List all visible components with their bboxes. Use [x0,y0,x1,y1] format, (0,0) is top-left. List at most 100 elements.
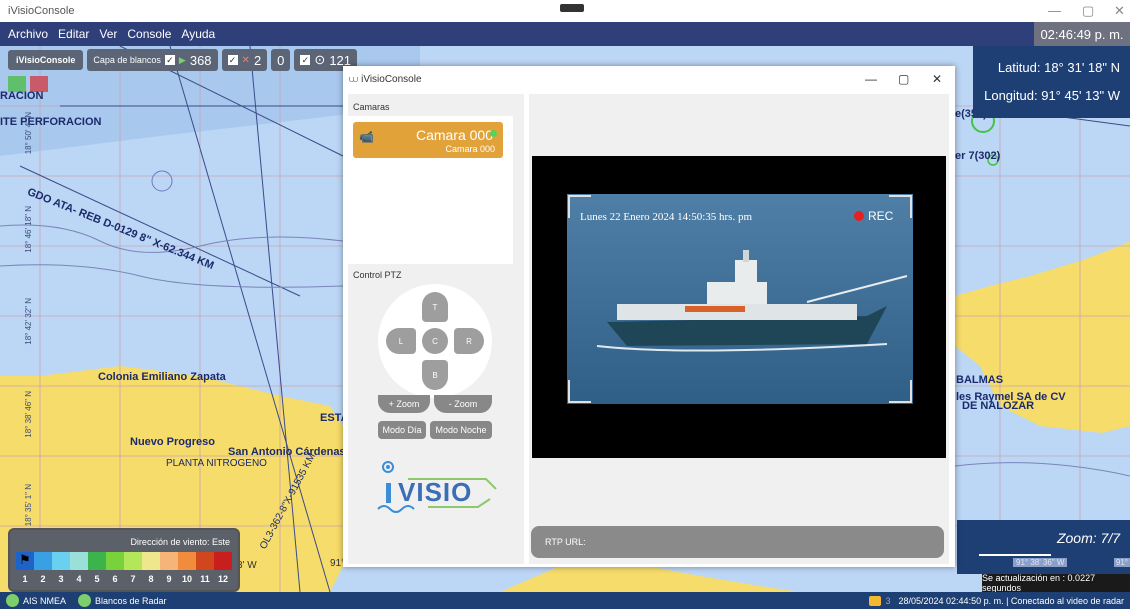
status-message: 28/05/2024 02:44:50 p. m. | Conectado al… [898,595,1125,606]
cameras-heading: Camaras [353,102,390,112]
ptz-left-button[interactable]: L [386,328,416,354]
camera-subtitle: Camara 000 [445,144,495,154]
capa-checkbox[interactable]: ✓ [164,55,175,65]
menu-ayuda[interactable]: Ayuda [181,27,215,41]
count-c-group: 0 [271,49,291,71]
video-timestamp: Lunes 22 Enero 2024 14:50:35 hrs. pm [580,211,753,223]
lat-tick: 18° 38' 46" N [24,391,33,438]
window-title: iVisioConsole [8,5,75,17]
dialog-maximize-icon[interactable]: ▢ [898,72,909,86]
chat-icon[interactable] [869,595,882,606]
menu-console[interactable]: Console [127,27,171,41]
video-frame [567,194,913,404]
ivisio-logo: VISIO [368,459,518,519]
wind-num: 2 [40,574,46,584]
lat-tick: 18° 42' 32" N [24,298,33,345]
rtp-url-field[interactable]: RTP URL: [531,526,944,558]
minimize-icon[interactable]: — [1048,3,1061,18]
lat-tick: 18° 35' 1" N [24,484,33,527]
update-time: Se actualización en : 0.0227 segundos [982,573,1130,593]
wind-swatch-12 [214,552,232,570]
radar-toggle[interactable]: Blancos de Radar [78,594,167,607]
map-label-racion: RACION [0,90,44,102]
camera-item[interactable]: 📹 Camara 000 Camara 000 [353,122,503,158]
wind-num: 1 [22,574,28,584]
wind-swatch-10 [178,552,196,570]
wind-swatch-7 [124,552,142,570]
map-label-balmas: BALMAS [956,374,1004,386]
camera-icon: 📹 [359,130,374,144]
menu-bar: Archivo Editar Ver Console Ayuda 02:46:4… [0,22,1130,46]
dialog-minimize-icon[interactable]: — [865,72,877,86]
controls-pane: Camaras 📹 Camara 000 Camara 000 Control … [348,94,524,564]
map-label-nalozar: DE NALOZAR [962,400,1035,412]
count-radar: 2 [253,52,262,68]
target-icon: ⊙ [314,52,326,67]
map-label-colonia: Colonia Emiliano Zapata [98,371,226,383]
ais-icon: ▶ [178,54,186,65]
wind-num: 11 [200,574,210,584]
zoom-out-button[interactable]: - Zoom [434,395,492,413]
wind-num: 9 [166,574,172,584]
rec-label: REC [868,209,894,223]
target-checkbox[interactable]: ✓ [300,55,311,65]
count-c: 0 [277,52,285,68]
radar-status-icon [78,594,92,607]
ptz-right-button[interactable]: R [454,328,484,354]
ptz-center-button[interactable]: C [422,328,448,354]
map-label-r7: er 7(302) [955,150,1001,162]
ais-toggle[interactable]: AIS NMEA [6,594,66,607]
alert-count: 3 [885,595,891,606]
title-drag-handle[interactable] [560,4,584,12]
dialog-title: iVisioConsole [361,73,422,85]
wind-swatch-11 [196,552,214,570]
radar-checkbox[interactable]: ✓ [227,55,238,65]
coordinates-panel: Latitud: 18° 31' 18" N Longitud: 91° 45'… [973,46,1130,118]
window-titlebar: iVisioConsole — ▢ ✕ [0,0,1130,22]
wind-num: 5 [94,574,100,584]
count-ais: 368 [189,52,212,68]
wind-num: 6 [112,574,118,584]
close-icon[interactable]: ✕ [1114,3,1125,19]
map-toolbar: iVisioConsole Capa de blancos ✓ ▶ 368 ✓ … [8,48,358,72]
map-label-san-antonio: San Antonio Cárdenas [228,446,346,458]
radar-icon: ✕ [241,54,250,66]
clock: 02:46:49 p. m. [1034,22,1130,46]
video-pane: Lunes 22 Enero 2024 14:50:35 hrs. pm REC… [529,94,949,564]
night-mode-button[interactable]: Modo Noche [430,421,492,439]
ptz-heading: Control PTZ [353,270,402,280]
app-icon: ⩊ [349,73,359,84]
camera-name: Camara 000 [415,127,493,143]
wind-scale-numbers: 1 2 3 4 5 6 7 8 9 10 11 12 [16,574,232,584]
wind-num: 3 [58,574,64,584]
lat-tick: 18° 50' 4" N [24,112,33,155]
video-feed[interactable]: Lunes 22 Enero 2024 14:50:35 hrs. pm REC [532,156,946,458]
wind-swatch-4 [70,552,88,570]
scale-label: 91° 38' 36" W [1013,558,1068,567]
longitude-readout: Longitud: 91° 45' 13" W [984,88,1120,103]
day-mode-button[interactable]: Modo Día [378,421,426,439]
ptz-down-button[interactable]: B [422,360,448,390]
menu-archivo[interactable]: Archivo [8,27,48,41]
app-chip[interactable]: iVisioConsole [8,50,84,70]
camera-dialog: ⩊ iVisioConsole — ▢ ✕ Camaras 📹 Camara 0… [343,66,955,567]
radar-label: Blancos de Radar [95,595,167,606]
wind-num: 12 [217,574,228,584]
status-bar: AIS NMEA Blancos de Radar 3 28/05/2024 0… [0,592,1130,609]
zoom-in-button[interactable]: + Zoom [378,395,430,413]
map-label-planta: PLANTA NITROGENO [166,458,267,469]
wind-legend: Dirección de viento: Este ⚑ 1 2 3 4 5 6 … [8,528,240,592]
lat-tick: 18° 46' 18" N [24,206,33,253]
menu-editar[interactable]: Editar [58,27,89,41]
dialog-close-icon[interactable]: ✕ [932,72,942,86]
ptz-pad: T L C R B [378,284,492,398]
wind-direction-label: Dirección de viento: Este [130,537,230,547]
capa-label: Capa de blancos [93,55,161,65]
menu-ver[interactable]: Ver [99,27,117,41]
scale-label-right: 91° [1113,558,1130,567]
wind-swatch-6 [106,552,124,570]
dialog-titlebar[interactable]: ⩊ iVisioConsole — ▢ ✕ [343,66,955,92]
ptz-up-button[interactable]: T [422,292,448,322]
maximize-icon[interactable]: ▢ [1082,3,1094,19]
wind-swatch-5 [88,552,106,570]
